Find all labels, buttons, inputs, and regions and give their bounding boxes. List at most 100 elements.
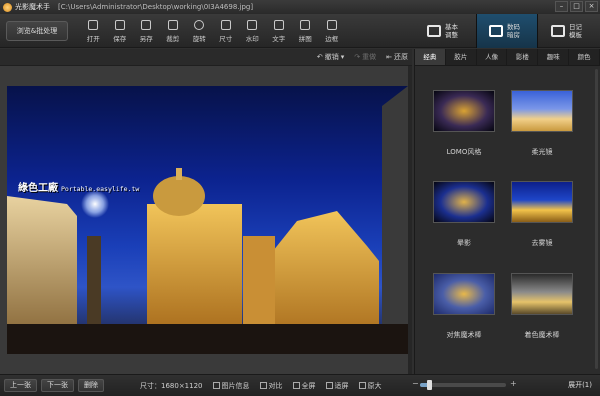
browse-batch-button[interactable]: 浏览&批处理 [6, 21, 68, 41]
mode-tabs: 基本调整 数码暗房 日记模板 [414, 14, 600, 48]
photo-canvas: 綠色工廠 Portable.easylife.tw [0, 66, 412, 374]
mode-label: 基本调整 [445, 23, 458, 39]
church-lantern [176, 168, 182, 180]
zoom-out-button[interactable]: − [412, 379, 419, 388]
camera-icon [489, 25, 503, 37]
canvas-scrollbar[interactable] [408, 66, 412, 374]
tool-crop[interactable]: 裁剪 [160, 17, 187, 45]
effect-focus-wand[interactable]: 对焦魔术棒 [433, 273, 495, 343]
effect-vignette[interactable]: 晕影 [433, 181, 495, 251]
file-path: [C:\Users\Administrator\Desktop\working\… [58, 3, 254, 11]
tool-label: 另存 [139, 35, 153, 43]
chevron-down-icon: ▾ [340, 53, 345, 61]
fit-screen-label: 适屏 [334, 381, 349, 390]
title-bar: 光影魔术手 [C:\Users\Administrator\Desktop\wo… [0, 0, 600, 14]
zoom-slider-thumb[interactable] [426, 380, 432, 390]
right-facade [269, 211, 379, 341]
tab-digital-darkroom[interactable]: 数码暗房 [476, 14, 538, 48]
original-size-label: 原大 [367, 381, 382, 390]
tool-save-as[interactable]: 另存 [133, 17, 160, 45]
zoom-in-button[interactable]: + [510, 379, 517, 388]
tool-label: 文字 [272, 35, 286, 43]
undo-label: 撤销 [324, 53, 339, 61]
tool-open[interactable]: 打开 [80, 17, 107, 45]
photo-image[interactable]: 綠色工廠 Portable.easylife.tw [7, 86, 408, 354]
tab-basic-adjust[interactable]: 基本调整 [414, 14, 476, 48]
tab-fun[interactable]: 趣味 [538, 49, 570, 65]
delete-button[interactable]: 删除 [78, 379, 104, 392]
image-info-label: 图片信息 [221, 381, 250, 390]
watermark-main: 綠色工廠 [18, 183, 58, 194]
tool-label: 水印 [245, 35, 259, 43]
effect-thumbnail [433, 181, 495, 223]
expand-button[interactable]: 展开(1) [568, 380, 592, 390]
effect-category-tabs: 经典 胶片 人像 影楼 趣味 颜色 [415, 49, 600, 66]
tool-watermark[interactable]: 水印 [239, 17, 266, 45]
church-dome [153, 176, 205, 216]
effect-lomo[interactable]: LOMO风格 [433, 90, 495, 160]
close-button[interactable]: × [585, 1, 598, 12]
mode-label: 数码暗房 [507, 23, 520, 39]
tool-label: 保存 [113, 35, 127, 43]
tool-rotate[interactable]: 旋转 [186, 17, 213, 45]
crop-icon [167, 20, 178, 30]
effect-label: 着色魔术棒 [524, 331, 560, 339]
compare-button[interactable]: 对比 [259, 381, 283, 391]
tool-save[interactable]: 保存 [107, 17, 134, 45]
tab-diary-template[interactable]: 日记模板 [538, 14, 600, 48]
effect-thumbnail [511, 90, 573, 132]
mode-label: 日记模板 [569, 23, 582, 39]
effect-label: LOMO风格 [446, 148, 482, 156]
tool-frame[interactable]: 边框 [319, 17, 346, 45]
redo-label: 重做 [362, 53, 377, 61]
compare-icon [259, 382, 267, 389]
tool-label: 尺寸 [219, 35, 233, 43]
tool-label: 旋转 [192, 35, 206, 43]
edit-history-bar: ↶ 撤销 ▾ ↷ 重做 ⇤ 还原 [0, 49, 412, 66]
right-tower [382, 86, 408, 346]
restore-label: 还原 [394, 53, 408, 61]
restore-button[interactable]: ⇤ 还原 [386, 52, 408, 62]
image-size: 尺寸：1680×1120 [140, 381, 203, 390]
tab-portrait[interactable]: 人像 [477, 49, 508, 65]
effect-label: 柔光镜 [531, 148, 553, 156]
minimize-button[interactable]: – [555, 1, 568, 12]
zoom-slider[interactable] [420, 380, 506, 390]
window-controls: – □ × [555, 1, 598, 12]
original-size-button[interactable]: 原大 [358, 381, 382, 391]
effect-grid: LOMO风格 柔光镜 晕影 去雾镜 对焦魔术棒 着色魔术棒 [415, 66, 595, 374]
tool-resize[interactable]: 尺寸 [213, 17, 240, 45]
frame-icon [326, 20, 337, 30]
panel-scrollbar[interactable] [595, 69, 598, 369]
effect-dehaze[interactable]: 去雾镜 [511, 181, 573, 251]
effect-label: 对焦魔术棒 [446, 331, 482, 339]
fullscreen-label: 全屏 [301, 381, 316, 390]
app-name: 光影魔术手 [15, 3, 50, 11]
effect-soft-light[interactable]: 柔光镜 [511, 90, 573, 160]
fullscreen-button[interactable]: 全屏 [292, 381, 316, 391]
tab-classic[interactable]: 经典 [415, 49, 446, 65]
fit-screen-button[interactable]: 适屏 [325, 381, 349, 391]
maximize-button[interactable]: □ [570, 1, 583, 12]
collage-icon [300, 20, 311, 30]
effect-thumbnail [433, 90, 495, 132]
watermark-icon [247, 20, 258, 30]
original-size-icon [358, 382, 366, 389]
prev-image-button[interactable]: 上一张 [4, 379, 37, 392]
effect-color-wand[interactable]: 着色魔术棒 [511, 273, 573, 343]
image-info-button[interactable]: 图片信息 [212, 381, 250, 391]
redo-button[interactable]: ↷ 重做 [354, 52, 376, 62]
tool-text[interactable]: 文字 [266, 17, 293, 45]
rotate-icon [194, 20, 205, 30]
tab-studio[interactable]: 影楼 [507, 49, 539, 65]
undo-button[interactable]: ↶ 撤销 ▾ [317, 52, 344, 62]
history-actions: ↶ 撤销 ▾ ↷ 重做 ⇤ 还原 [317, 52, 408, 62]
next-image-button[interactable]: 下一张 [41, 379, 74, 392]
tool-collage[interactable]: 拼图 [292, 17, 319, 45]
tab-film[interactable]: 胶片 [446, 49, 477, 65]
church-body [147, 204, 242, 334]
tab-color[interactable]: 颜色 [569, 49, 600, 65]
street-lamp-glow [81, 190, 109, 218]
status-bar: 上一张 下一张 删除 尺寸：1680×1120 图片信息 对比 全屏 适屏 原大… [0, 374, 600, 396]
resize-icon [220, 20, 231, 30]
